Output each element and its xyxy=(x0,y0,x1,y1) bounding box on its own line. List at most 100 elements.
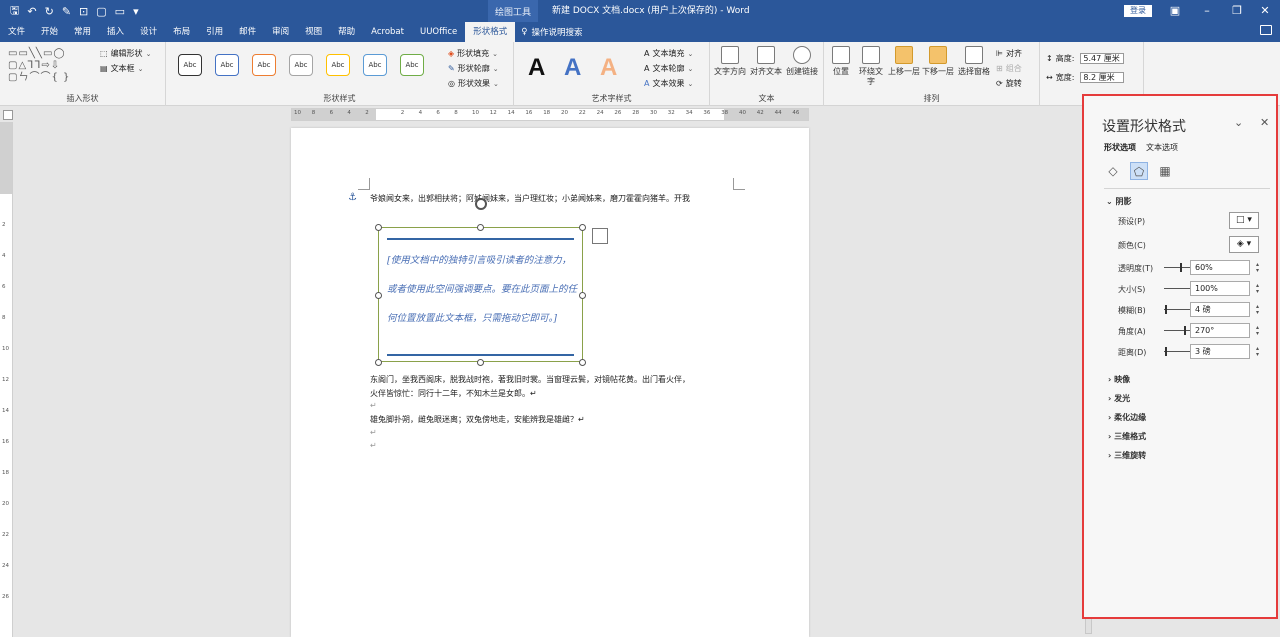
resize-handle-t[interactable] xyxy=(477,224,484,231)
tab-text-options[interactable]: 文本选项 xyxy=(1146,142,1178,153)
paragraph-line-5[interactable]: 雄兔脚扑朔，雌兔眼迷离；双兔傍地走，安能辨我是雄雌？↵ xyxy=(370,414,585,425)
glow-section[interactable]: › 发光 xyxy=(1108,393,1130,404)
tab-layout[interactable]: 布局 xyxy=(165,22,198,42)
tell-me-search[interactable]: ♀ 操作说明搜索 xyxy=(515,22,582,42)
slider-knob[interactable] xyxy=(1184,326,1186,335)
3d-rotation-section[interactable]: › 三维旋转 xyxy=(1108,450,1146,461)
align-button[interactable]: ⊫ 对齐 xyxy=(996,46,1022,61)
shadow-color-dropdown[interactable]: ◈ ▾ xyxy=(1229,236,1259,253)
tab-file[interactable]: 文件 xyxy=(0,22,33,42)
tab-shape-format[interactable]: 形状格式 xyxy=(465,22,516,42)
tab-selector[interactable] xyxy=(3,110,13,120)
anchor-icon[interactable]: ⚓ xyxy=(348,192,357,203)
blur-slider[interactable] xyxy=(1164,305,1192,314)
wrap-text-button[interactable]: 环绕文字 xyxy=(858,46,884,87)
slider-knob[interactable] xyxy=(1165,347,1167,356)
spinner-arrows-icon[interactable]: ▴ ▾ xyxy=(1256,325,1259,337)
login-button[interactable]: 登录 xyxy=(1124,5,1152,17)
blur-input[interactable]: 4 磅 ▴ ▾ xyxy=(1190,302,1259,317)
tab-view[interactable]: 视图 xyxy=(297,22,330,42)
distance-input[interactable]: 3 磅 ▴ ▾ xyxy=(1190,344,1259,359)
size-slider[interactable] xyxy=(1164,284,1192,293)
pane-options-chevron-icon[interactable]: ⌄ xyxy=(1234,116,1243,129)
position-button[interactable]: 位置 xyxy=(832,46,850,77)
paragraph-line-3[interactable]: 火伴皆惊忙：同行十二年，不知木兰是女郎。↵ xyxy=(370,388,537,399)
create-link-button[interactable]: 创建链接 xyxy=(786,46,818,77)
style-swatch-5[interactable]: Abc xyxy=(326,54,350,76)
paragraph-line-1[interactable]: 爷娘闻女来，出郭相扶将；阿姊闻妹来，当户理红妆；小弟闻姊来，磨刀霍霍向猪羊。开我 xyxy=(370,193,690,204)
shape-fill-button[interactable]: ◈ 形状填充 ⌄ xyxy=(448,46,499,61)
height-input[interactable]: 5.47 厘米 xyxy=(1080,53,1125,64)
align-text-button[interactable]: 对齐文本 xyxy=(750,46,782,77)
style-swatch-3[interactable]: Abc xyxy=(252,54,276,76)
size-input[interactable]: 100% ▴ ▾ xyxy=(1190,281,1259,296)
tab-design[interactable]: 设计 xyxy=(132,22,165,42)
reflection-section[interactable]: › 映像 xyxy=(1108,374,1130,385)
resize-handle-r[interactable] xyxy=(579,292,586,299)
tab-review[interactable]: 审阅 xyxy=(264,22,297,42)
tab-acrobat[interactable]: Acrobat xyxy=(363,22,412,42)
angle-slider[interactable] xyxy=(1164,326,1192,335)
pane-close-icon[interactable]: ✕ xyxy=(1260,116,1269,129)
shape-effects-button[interactable]: ◎ 形状效果 ⌄ xyxy=(448,76,499,91)
tab-uuoffice[interactable]: UUOffice xyxy=(412,22,465,42)
customize-icon[interactable]: ▾ xyxy=(133,5,139,18)
resize-handle-l[interactable] xyxy=(375,292,382,299)
minimize-icon[interactable]: – xyxy=(1192,0,1222,22)
text-effects-button[interactable]: A 文本效果 ⌄ xyxy=(644,76,693,91)
vertical-ruler[interactable]: 2 4 6 8 10 12 14 16 18 20 22 24 26 xyxy=(0,122,13,637)
ribbon-display-icon[interactable]: ▣ xyxy=(1160,0,1190,22)
effects-pentagon-icon[interactable]: ⬠ xyxy=(1130,162,1148,180)
distance-slider[interactable] xyxy=(1164,347,1192,356)
spinner-arrows-icon[interactable]: ▴ ▾ xyxy=(1256,346,1259,358)
style-swatch-6[interactable]: Abc xyxy=(363,54,387,76)
text-outline-button[interactable]: A 文本轮廓 ⌄ xyxy=(644,61,693,76)
wordart-orange[interactable]: A xyxy=(600,54,617,82)
transparency-slider[interactable] xyxy=(1164,263,1192,272)
comments-icon[interactable] xyxy=(1260,25,1272,35)
size-properties-icon[interactable]: ▦ xyxy=(1156,162,1174,180)
resize-handle-bl[interactable] xyxy=(375,359,382,366)
slider-knob[interactable] xyxy=(1165,305,1167,314)
paragraph-line-2[interactable]: 东阁门，坐我西阁床，脱我战时袍，著我旧时裳。当窗理云鬓，对镜帖花黄。出门看火伴， xyxy=(370,374,690,385)
shape-outline-button[interactable]: ✎ 形状轮廓 ⌄ xyxy=(448,61,499,76)
spinner-arrows-icon[interactable]: ▴ ▾ xyxy=(1256,283,1259,295)
angle-input[interactable]: 270° ▴ ▾ xyxy=(1190,323,1259,338)
tab-references[interactable]: 引用 xyxy=(198,22,231,42)
soft-edges-section[interactable]: › 柔化边缘 xyxy=(1108,412,1146,423)
width-input[interactable]: 8.2 厘米 xyxy=(1080,72,1125,83)
resize-handle-b[interactable] xyxy=(477,359,484,366)
redo-icon[interactable]: ↻ xyxy=(45,5,54,18)
open-icon[interactable]: ▭ xyxy=(115,5,125,18)
spinner-arrows-icon[interactable]: ▴ ▾ xyxy=(1256,304,1259,316)
3d-format-section[interactable]: › 三维格式 xyxy=(1108,431,1146,442)
horizontal-ruler[interactable]: 10 8 6 4 2 2 4 6 8 10 12 14 16 18 20 22 24 26 28 30 32 34 36 38… xyxy=(291,108,809,121)
tab-insert[interactable]: 插入 xyxy=(99,22,132,42)
shadow-preset-dropdown[interactable]: □ ▾ xyxy=(1229,212,1259,229)
new-doc-icon[interactable]: ▢ xyxy=(96,5,106,18)
tab-shape-options[interactable]: 形状选项 xyxy=(1104,142,1136,153)
selection-pane-button[interactable]: 选择窗格 xyxy=(958,46,990,77)
wordart-blue[interactable]: A xyxy=(564,54,581,82)
layout-options-button[interactable] xyxy=(592,228,608,244)
slider-knob[interactable] xyxy=(1180,263,1182,272)
undo-icon[interactable]: ↶ xyxy=(27,5,36,18)
text-direction-button[interactable]: 文字方向 xyxy=(714,46,746,77)
style-swatch-1[interactable]: Abc xyxy=(178,54,202,76)
restore-icon[interactable]: ❐ xyxy=(1222,0,1252,22)
rotate-button[interactable]: ⟳ 旋转 xyxy=(996,76,1022,91)
spinner-arrows-icon[interactable]: ▴ ▾ xyxy=(1256,262,1259,274)
bring-forward-button[interactable]: 上移一层 xyxy=(888,46,920,77)
fill-line-icon[interactable]: ◇ xyxy=(1104,162,1122,180)
resize-handle-tl[interactable] xyxy=(375,224,382,231)
textbox-text[interactable]: [使用文档中的独特引言吸引读者的注意力，或者使用此空间强调要点。要在此页面上的任… xyxy=(387,246,577,333)
style-swatch-4[interactable]: Abc xyxy=(289,54,313,76)
pull-quote-textbox[interactable]: [使用文档中的独特引言吸引读者的注意力，或者使用此空间强调要点。要在此页面上的任… xyxy=(378,227,583,362)
tab-common[interactable]: 常用 xyxy=(66,22,99,42)
style-swatch-7[interactable]: Abc xyxy=(400,54,424,76)
text-box-button[interactable]: ▤ 文本框 ⌄ xyxy=(100,61,151,76)
shadow-section-header[interactable]: ⌄ 阴影 xyxy=(1106,196,1132,207)
send-backward-button[interactable]: 下移一层 xyxy=(922,46,954,77)
edit-shape-button[interactable]: ⬚ 编辑形状 ⌄ xyxy=(100,46,151,61)
style-swatch-2[interactable]: Abc xyxy=(215,54,239,76)
